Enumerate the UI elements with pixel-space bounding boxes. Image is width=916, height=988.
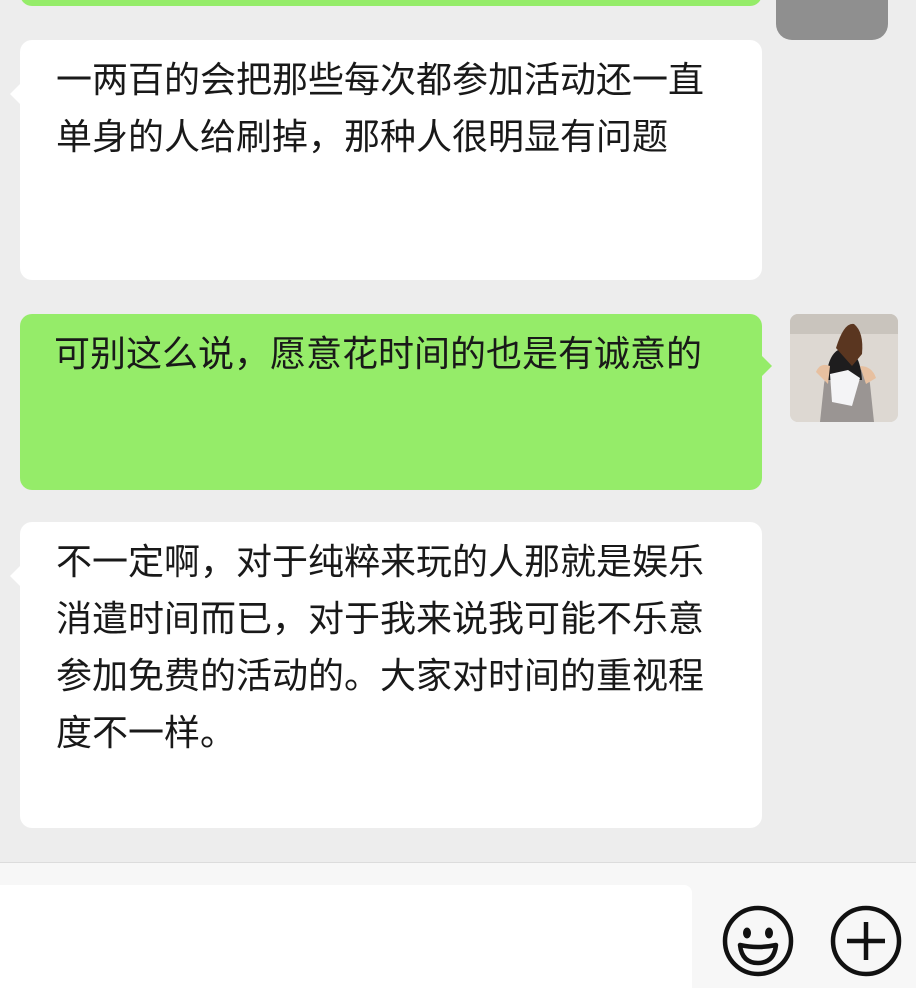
bubble-tail	[762, 356, 772, 376]
emoji-icon[interactable]	[722, 905, 794, 977]
input-bar	[0, 862, 916, 988]
incoming-message-bubble[interactable]: 不一定啊，对于纯粹来玩的人那就是娱乐消遣时间而已，对于我来说我可能不乐意参加免费…	[20, 522, 762, 828]
bubble-tail	[10, 566, 20, 586]
message-input[interactable]	[0, 885, 692, 988]
chat-screen: 一两百的会把那些每次都参加活动还一直单身的人给刷掉，那种人很明显有问题 可别这么…	[0, 0, 916, 988]
previous-message-bubble[interactable]	[20, 0, 762, 6]
outgoing-message-bubble[interactable]: 可别这么说，愿意花时间的也是有诚意的	[20, 314, 762, 490]
avatar-image	[790, 314, 898, 422]
plus-icon[interactable]	[830, 905, 902, 977]
previous-avatar[interactable]	[776, 0, 888, 40]
incoming-message-bubble[interactable]: 一两百的会把那些每次都参加活动还一直单身的人给刷掉，那种人很明显有问题	[20, 40, 762, 280]
bubble-tail	[10, 84, 20, 104]
user-avatar[interactable]	[790, 314, 898, 422]
